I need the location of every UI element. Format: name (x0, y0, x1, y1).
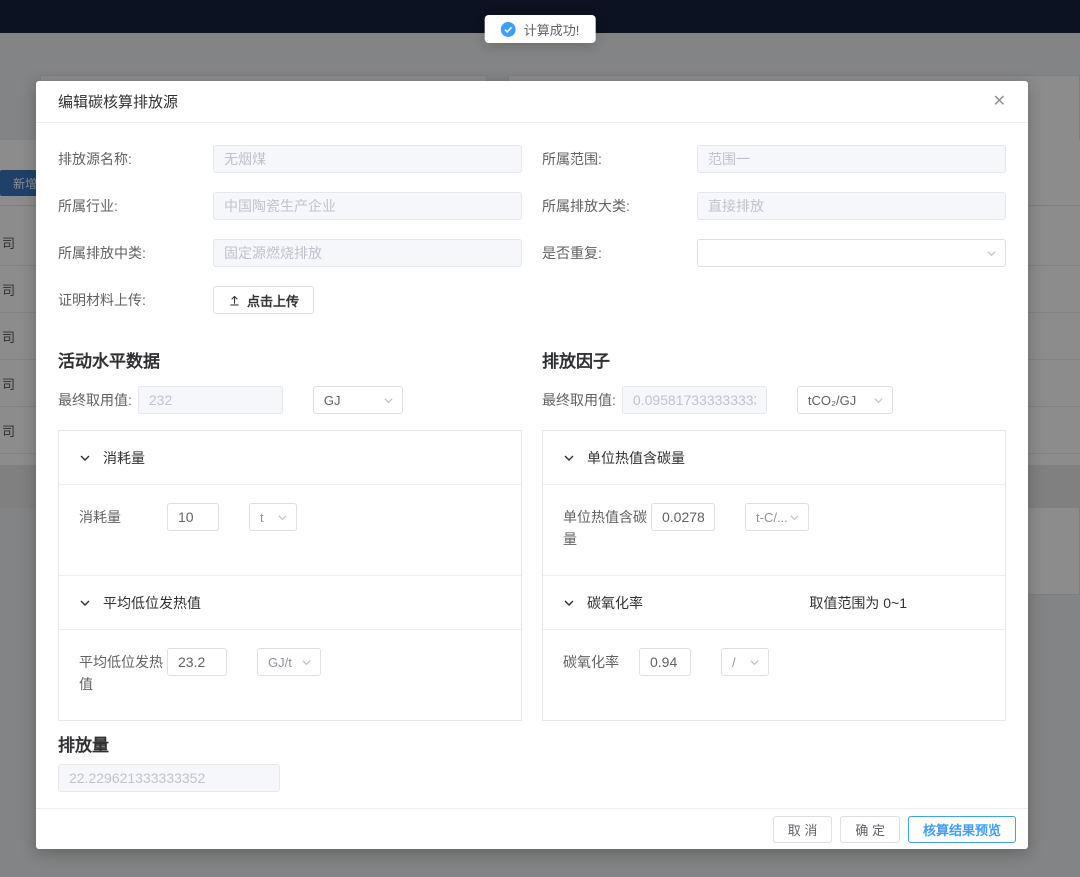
source-name-input (213, 145, 522, 173)
field-scope: 所属范围: (542, 145, 1006, 173)
upload-icon (228, 294, 241, 307)
carbon-content-field-label: 单位热值含碳量 (563, 503, 651, 551)
industry-input (213, 192, 522, 220)
field-upload: 证明材料上传: 点击上传 (58, 286, 522, 314)
industry-label: 所属行业: (58, 196, 213, 216)
carbon-content-unit-select[interactable]: t-C/... (745, 503, 809, 531)
toast-success: 计算成功! (485, 15, 596, 43)
collapse-chevron-icon (79, 452, 91, 464)
factor-final-input (622, 386, 767, 414)
factor-title: 排放因子 (542, 347, 1006, 372)
factor-section: 排放因子 最终取用值: tCO₂/GJ (542, 347, 1006, 721)
emission-section: 排放量 (58, 731, 1006, 792)
oxidation-rate-field-label: 碳氧化率 (563, 648, 639, 673)
activity-final-input (138, 386, 283, 414)
field-industry: 所属行业: (58, 192, 522, 220)
confirm-button[interactable]: 确 定 (840, 816, 900, 843)
chevron-down-icon (383, 395, 394, 406)
success-check-icon (501, 22, 516, 37)
scope-label: 所属范围: (542, 149, 697, 169)
heat-value-panel-body: 平均低位发热值 GJ/t (59, 630, 521, 720)
activity-section: 活动水平数据 最终取用值: GJ (58, 347, 522, 721)
middle-category-label: 所属排放中类: (58, 243, 213, 263)
upload-button[interactable]: 点击上传 (213, 286, 314, 314)
factor-collapse-box: 单位热值含碳量 单位热值含碳量 t-C/... (542, 430, 1006, 721)
heat-value-panel: 平均低位发热值 平均低位发热值 GJ/t (59, 575, 521, 720)
collapse-chevron-icon (79, 597, 91, 609)
chevron-down-icon (986, 248, 997, 259)
edit-emission-source-dialog: 编辑碳核算排放源 ✕ 排放源名称: 所属范围: 所属行业: 所属排放大类: 所属 (36, 81, 1028, 849)
activity-title: 活动水平数据 (58, 347, 522, 372)
oxidation-rate-panel: 碳氧化率 取值范围为 0~1 碳氧化率 / (543, 575, 1005, 720)
oxidation-rate-panel-header[interactable]: 碳氧化率 取值范围为 0~1 (543, 576, 1005, 630)
activity-collapse-box: 消耗量 消耗量 t (58, 430, 522, 721)
spacer (542, 286, 1006, 314)
middle-category-input (213, 239, 522, 267)
heat-value-field-label: 平均低位发热值 (79, 648, 167, 696)
oxidation-rate-panel-body: 碳氧化率 / (543, 630, 1005, 720)
factor-final-row: 最终取用值: tCO₂/GJ (542, 386, 1006, 414)
carbon-content-panel-body: 单位热值含碳量 t-C/... (543, 485, 1005, 575)
consumption-panel-body: 消耗量 t (59, 485, 521, 575)
field-major-category: 所属排放大类: (542, 192, 1006, 220)
carbon-content-panel-header[interactable]: 单位热值含碳量 (543, 431, 1005, 485)
activity-unit-select[interactable]: GJ (313, 386, 403, 414)
consumption-unit-select[interactable]: t (249, 503, 297, 531)
field-middle-category: 所属排放中类: (58, 239, 522, 267)
chevron-down-icon (789, 512, 800, 523)
major-category-input (697, 192, 1006, 220)
collapse-chevron-icon (563, 452, 575, 464)
dialog-header: 编辑碳核算排放源 ✕ (36, 81, 1028, 123)
carbon-content-input[interactable] (651, 503, 715, 531)
scope-input (697, 145, 1006, 173)
collapse-chevron-icon (563, 597, 575, 609)
activity-final-label: 最终取用值: (58, 390, 132, 410)
consumption-panel: 消耗量 消耗量 t (59, 431, 521, 575)
activity-final-row: 最终取用值: GJ (58, 386, 522, 414)
source-name-label: 排放源名称: (58, 149, 213, 169)
oxidation-rate-unit-select[interactable]: / (721, 648, 769, 676)
carbon-content-panel: 单位热值含碳量 单位热值含碳量 t-C/... (543, 431, 1005, 575)
dialog-footer: 取 消 确 定 核算结果预览 (36, 808, 1028, 849)
close-icon[interactable]: ✕ (993, 94, 1006, 110)
heat-value-panel-header[interactable]: 平均低位发热值 (59, 576, 521, 630)
emission-value-input (58, 764, 280, 792)
consumption-input[interactable] (167, 503, 219, 531)
factor-unit-select[interactable]: tCO₂/GJ (797, 386, 893, 414)
dialog-body: 排放源名称: 所属范围: 所属行业: 所属排放大类: 所属排放中类: 是否重复: (36, 123, 1028, 792)
is-duplicate-select[interactable] (697, 239, 1006, 267)
form-grid: 排放源名称: 所属范围: 所属行业: 所属排放大类: 所属排放中类: 是否重复: (58, 145, 1006, 333)
is-duplicate-label: 是否重复: (542, 243, 697, 263)
toast-message: 计算成功! (524, 20, 580, 39)
field-source-name: 排放源名称: (58, 145, 522, 173)
oxidation-range-note: 取值范围为 0~1 (809, 593, 907, 613)
emission-title: 排放量 (58, 731, 1006, 756)
major-category-label: 所属排放大类: (542, 196, 697, 216)
upload-label: 证明材料上传: (58, 290, 213, 310)
chevron-down-icon (749, 657, 760, 668)
chevron-down-icon (301, 657, 312, 668)
cancel-button[interactable]: 取 消 (773, 816, 833, 843)
preview-result-button[interactable]: 核算结果预览 (908, 816, 1016, 843)
oxidation-rate-input[interactable] (639, 648, 691, 676)
sections-grid: 活动水平数据 最终取用值: GJ (58, 347, 1006, 721)
factor-final-label: 最终取用值: (542, 390, 616, 410)
chevron-down-icon (277, 512, 288, 523)
consumption-panel-header[interactable]: 消耗量 (59, 431, 521, 485)
consumption-field-label: 消耗量 (79, 503, 167, 528)
heat-value-input[interactable] (167, 648, 227, 676)
field-is-duplicate: 是否重复: (542, 239, 1006, 267)
heat-value-unit-select[interactable]: GJ/t (257, 648, 321, 676)
chevron-down-icon (873, 395, 884, 406)
dialog-title: 编辑碳核算排放源 (58, 91, 178, 112)
